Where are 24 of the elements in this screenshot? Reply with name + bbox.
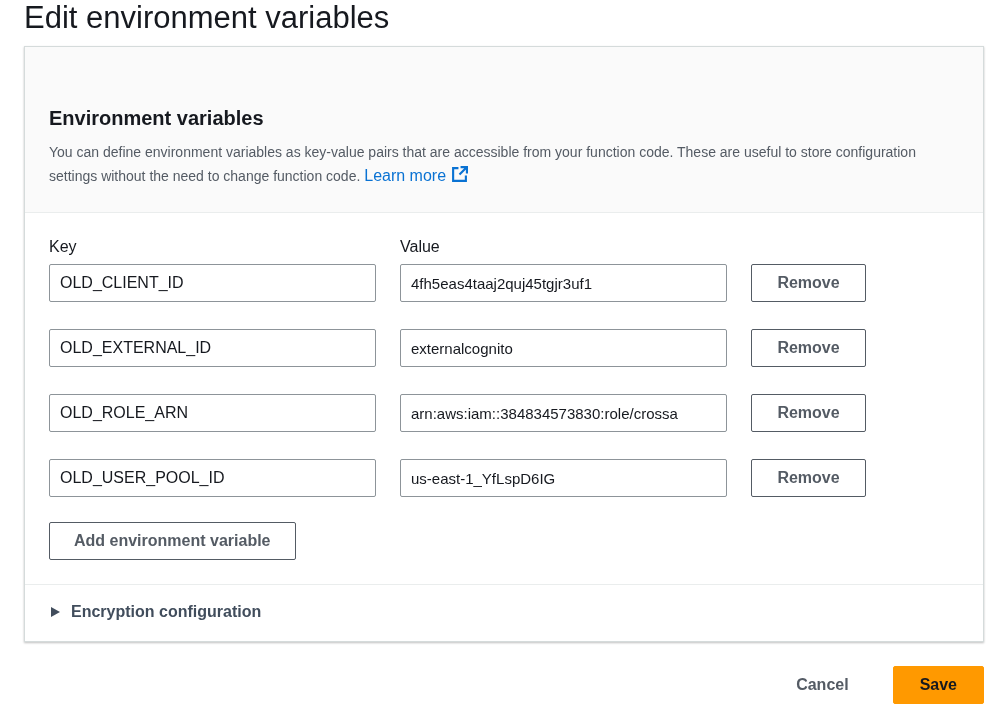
column-label: Key (49, 238, 78, 256)
key-input-field[interactable]: OLD_ROLE_ARN (49, 394, 376, 432)
page-title: Edit environment variables (24, 0, 391, 36)
cancel-button[interactable]: Cancel (782, 668, 863, 702)
caret-icon (49, 606, 61, 618)
column-label: Value (400, 238, 441, 256)
remove-button[interactable]: Remove (751, 329, 866, 367)
encryption-expander[interactable]: Encryption configuration (49, 603, 262, 621)
remove-button[interactable]: Remove (751, 264, 866, 302)
external-link-icon (450, 166, 468, 183)
key-input-field[interactable]: OLD_USER_POOL_ID (49, 459, 376, 497)
add-variable-button[interactable]: Add environment variable (49, 522, 296, 560)
value-input-field[interactable]: externalcognito (400, 329, 727, 367)
panel-title: Environment variables (49, 107, 265, 130)
learn-more-link[interactable]: Learn more (364, 167, 468, 184)
save-button[interactable]: Save (892, 666, 984, 704)
value-input-field[interactable]: arn:aws:iam::384834573830:role/crossa (400, 394, 727, 432)
value-input-field[interactable]: 4fh5eas4taaj2quj45tgjr3uf1 (400, 264, 727, 302)
remove-button[interactable]: Remove (751, 394, 866, 432)
key-input-field[interactable]: OLD_EXTERNAL_ID (49, 329, 376, 367)
remove-button[interactable]: Remove (751, 459, 866, 497)
key-input-field[interactable]: OLD_CLIENT_ID (49, 264, 376, 302)
panel-description: You can define environment variables as key-value pairs that are accessible from your function code. These are useful to store configuration settings without the need to change function code. Learn more (49, 143, 917, 186)
value-input-field[interactable]: us-east-1_YfLspD6IG (400, 459, 727, 497)
